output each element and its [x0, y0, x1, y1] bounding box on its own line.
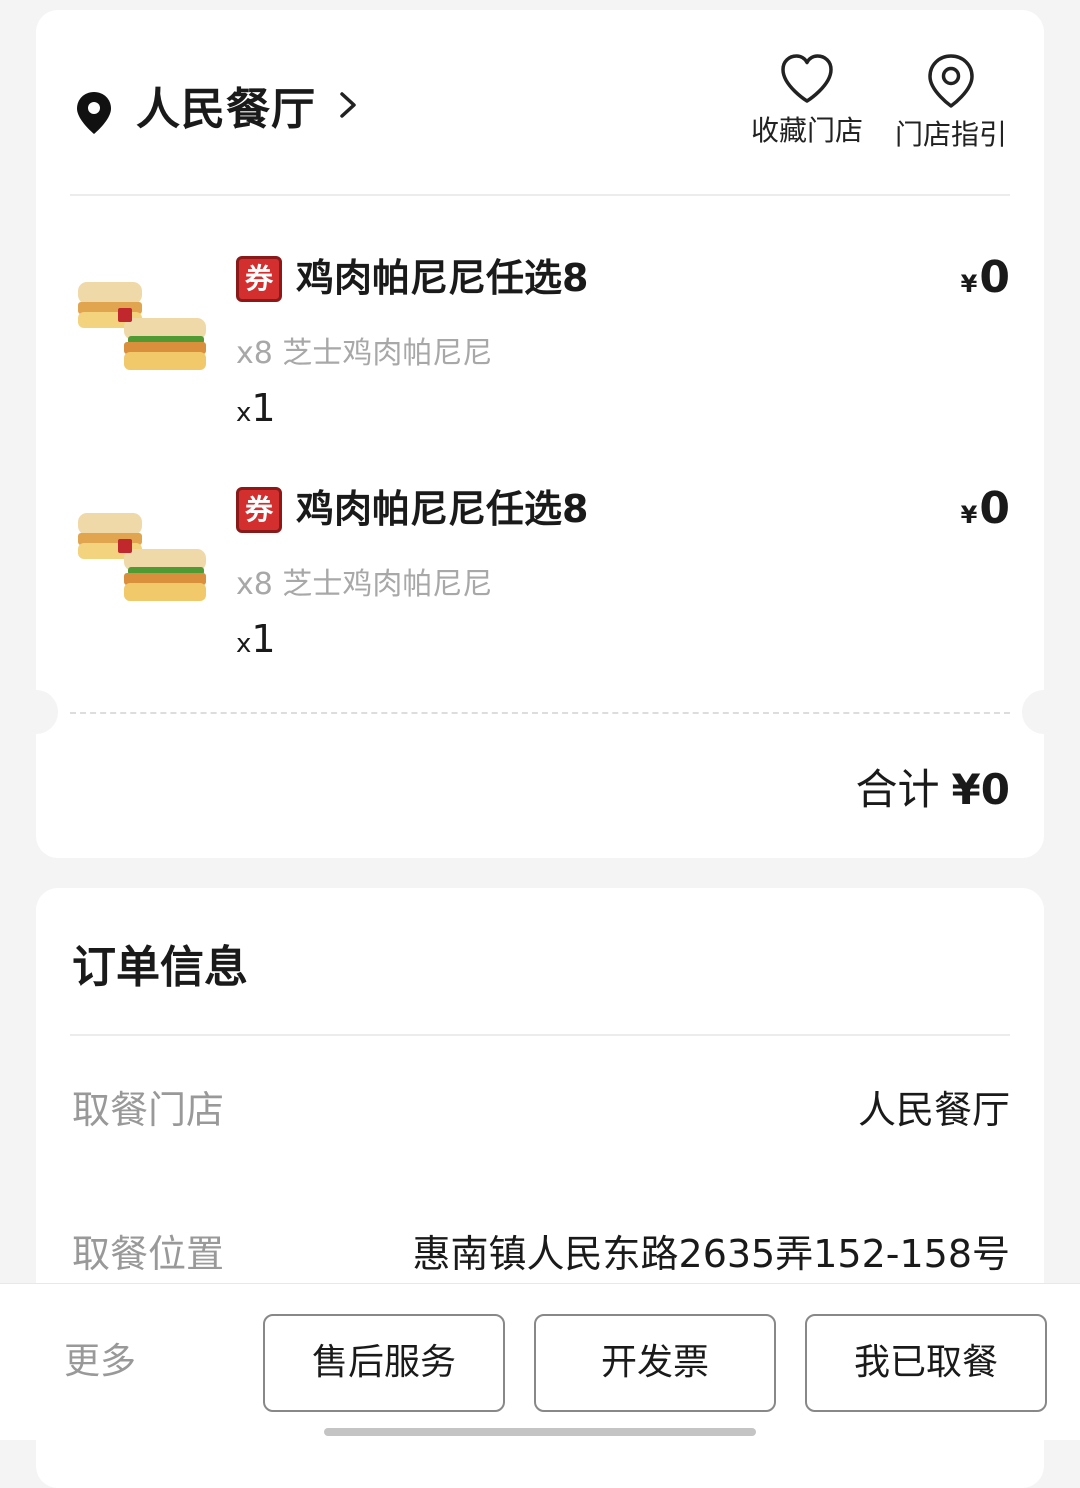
favorite-store-label: 收藏门店: [750, 114, 863, 147]
section-title: 订单信息: [72, 942, 248, 993]
store-guide-button[interactable]: 门店指引: [886, 52, 1016, 162]
store-order-card: 人民餐厅 收藏门店 门店指引 券 鸡肉帕尼尼任选8 ¥0 x8 芝士鸡肉帕尼尼 …: [14, 10, 1066, 858]
store-guide-label: 门店指引: [894, 118, 1007, 151]
order-item[interactable]: 券 鸡肉帕尼尼任选8 ¥0 x8 芝士鸡肉帕尼尼 x1: [36, 226, 1044, 436]
info-row-pickup-location: 取餐位置 惠南镇人民东路2635弄152-158号: [72, 1224, 1010, 1284]
divider: [70, 194, 1010, 196]
heart-icon: [781, 54, 833, 103]
item-quantity: x1: [236, 384, 276, 437]
currency-symbol: ¥: [960, 270, 978, 298]
order-total: 合计 ¥0: [856, 762, 1010, 818]
coupon-badge: 券: [236, 487, 282, 533]
info-value: 惠南镇人民东路2635弄152-158号: [412, 1232, 1010, 1276]
quantity-value: 1: [251, 386, 276, 430]
info-row-pickup-store: 取餐门店 人民餐厅: [72, 1080, 1010, 1140]
quantity-prefix: x: [236, 398, 252, 428]
store-header[interactable]: 人民餐厅 收藏门店 门店指引: [36, 10, 1044, 196]
item-name: 鸡肉帕尼尼任选8: [296, 256, 589, 300]
product-image: [78, 513, 206, 601]
item-price: ¥0: [961, 481, 1010, 543]
more-button[interactable]: 更多: [64, 1334, 136, 1390]
item-description: x8 芝士鸡肉帕尼尼: [236, 567, 493, 602]
bottom-action-bar: 更多 售后服务 开发票 我已取餐: [0, 1283, 1080, 1440]
total-amount: ¥0: [951, 765, 1010, 814]
price-value: 0: [979, 252, 1010, 303]
info-key: 取餐位置: [72, 1232, 225, 1276]
after-sales-button[interactable]: 售后服务: [263, 1314, 505, 1412]
ticket-notch-right: [1022, 690, 1066, 734]
item-description: x8 芝士鸡肉帕尼尼: [236, 336, 493, 371]
dashed-divider: [70, 712, 1010, 714]
store-name[interactable]: 人民餐厅: [136, 80, 316, 140]
product-image: [78, 282, 206, 370]
divider: [70, 1034, 1010, 1036]
coupon-badge: 券: [236, 256, 282, 302]
item-price: ¥0: [961, 250, 1010, 312]
ticket-notch-left: [14, 690, 58, 734]
total-label: 合计: [855, 765, 940, 814]
location-pin-icon: [928, 54, 974, 108]
quantity-prefix: x: [236, 629, 252, 659]
order-item[interactable]: 券 鸡肉帕尼尼任选8 ¥0 x8 芝士鸡肉帕尼尼 x1: [36, 457, 1044, 667]
item-name: 鸡肉帕尼尼任选8: [296, 487, 589, 531]
item-quantity: x1: [236, 615, 276, 668]
info-value: 人民餐厅: [857, 1088, 1010, 1132]
price-value: 0: [979, 483, 1010, 534]
chevron-right-icon[interactable]: [336, 88, 360, 122]
favorite-store-button[interactable]: 收藏门店: [742, 52, 872, 162]
info-key: 取餐门店: [72, 1088, 225, 1132]
home-indicator[interactable]: [324, 1428, 756, 1436]
currency-symbol: ¥: [960, 501, 978, 529]
quantity-value: 1: [251, 617, 276, 661]
location-pin-icon: [77, 92, 111, 134]
picked-up-button[interactable]: 我已取餐: [805, 1314, 1047, 1412]
invoice-button[interactable]: 开发票: [534, 1314, 776, 1412]
